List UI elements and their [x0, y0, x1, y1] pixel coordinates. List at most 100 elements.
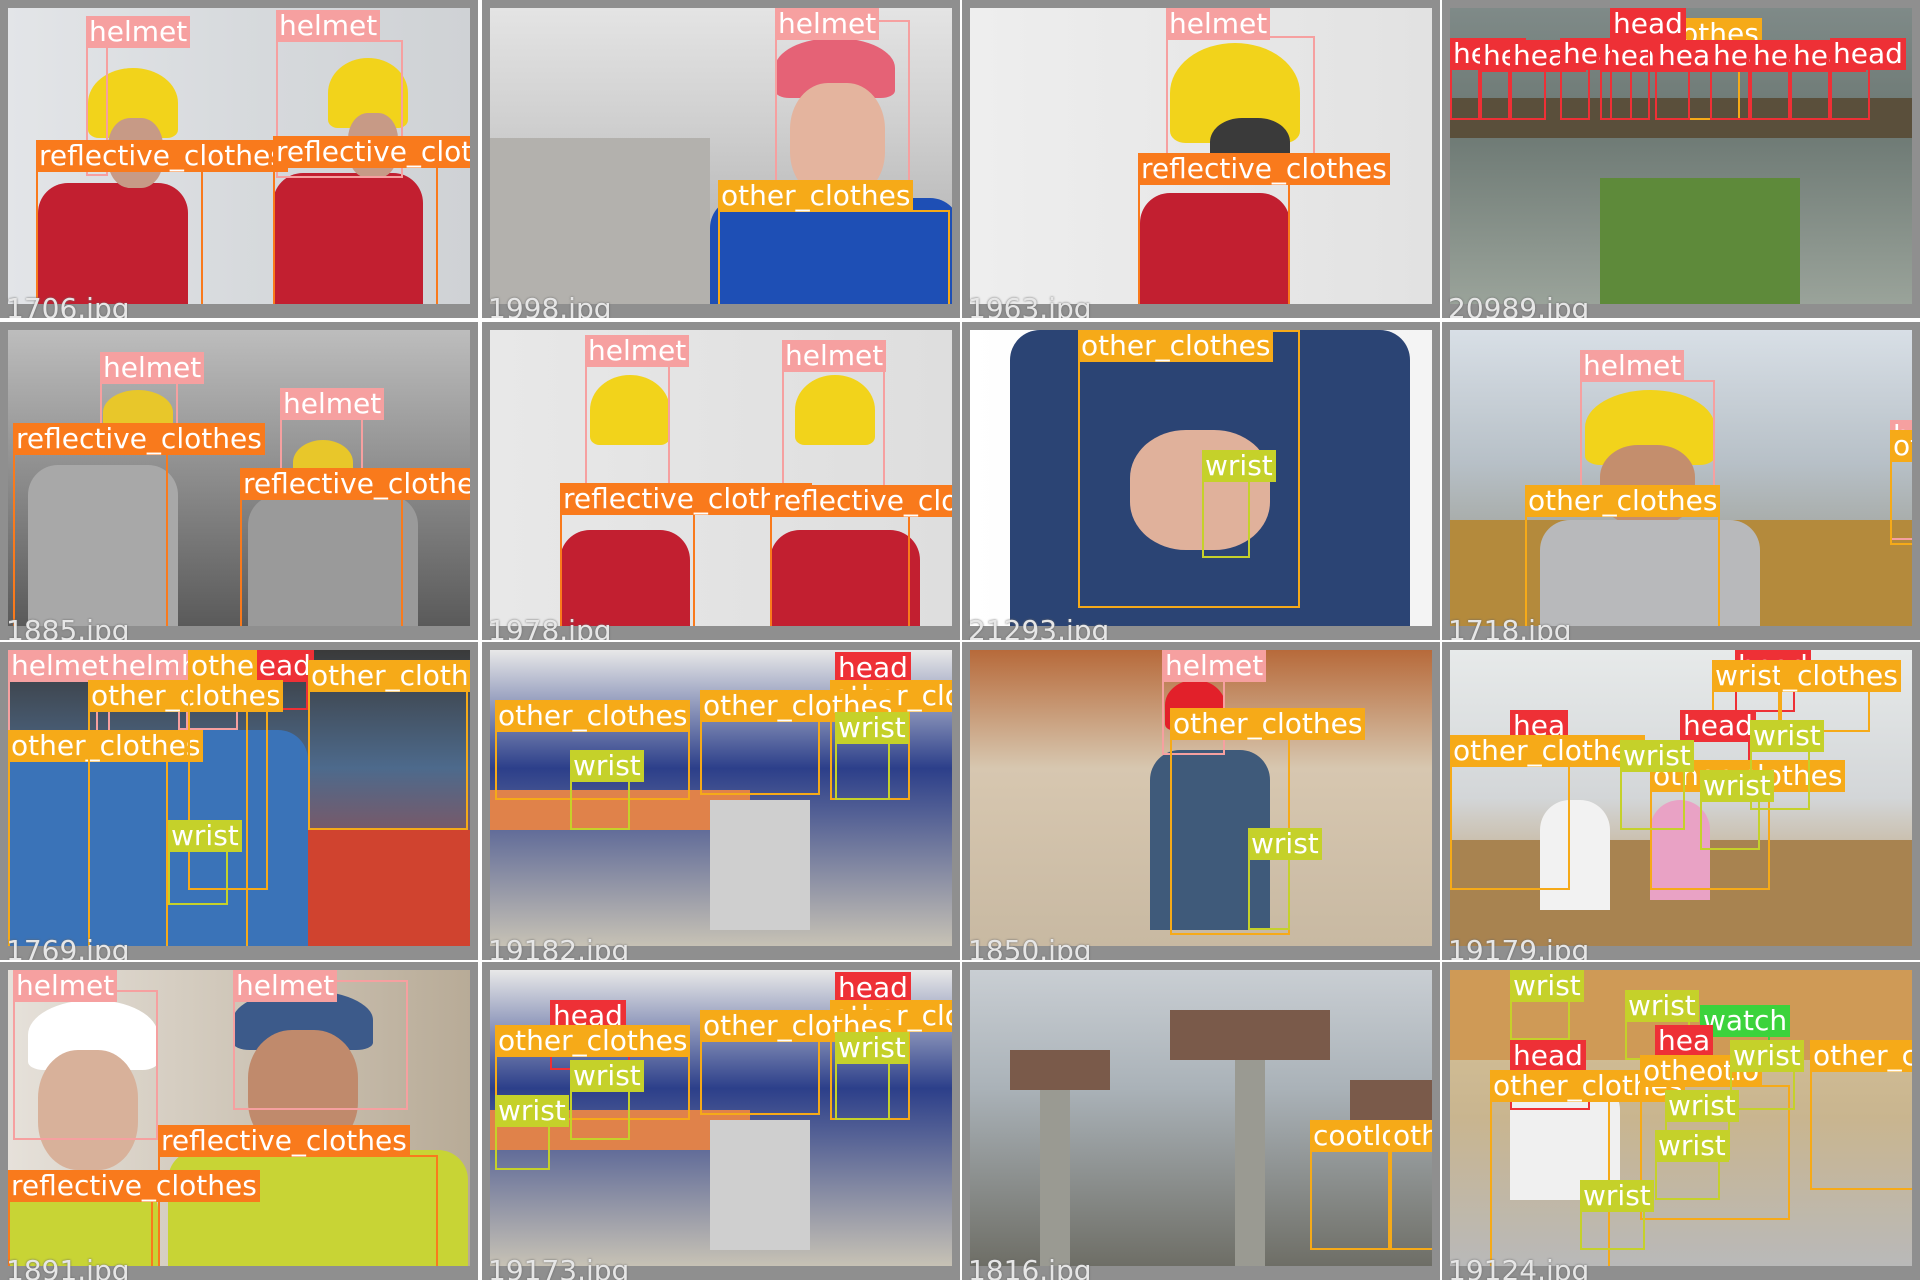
detection-label: wrist — [1620, 740, 1694, 772]
bounding-box — [835, 742, 890, 800]
bounding-box — [770, 515, 910, 626]
result-tile: helmet helmet reflective_clothes reflective… — [0, 322, 478, 640]
result-tile: headwrist_clothesheaheadother_clothesoth… — [1442, 642, 1920, 960]
detection-label: wrist — [570, 750, 644, 782]
detection-label: other_clothes — [718, 180, 914, 212]
bounding-box — [570, 1090, 630, 1140]
tile-filename: 1885.jpg — [6, 614, 130, 641]
bounding-box — [1620, 770, 1685, 830]
tile-image: headother_clothesother_clothesother_clot… — [490, 650, 952, 946]
detection-label: wrist — [168, 820, 242, 852]
detection-label: reflective_clothes — [770, 485, 952, 517]
tile-image: helmet helmet reflective_clothes reflective… — [8, 970, 470, 1266]
detection-label: helmet — [13, 970, 118, 1002]
scene-rect — [1010, 1050, 1110, 1090]
tile-filename: 1978.jpg — [488, 614, 612, 641]
detection-label: helmet — [280, 388, 385, 420]
bounding-box — [1655, 1160, 1720, 1200]
bounding-box — [1580, 380, 1715, 490]
bounding-box — [1390, 1150, 1432, 1250]
bounding-box — [1655, 70, 1690, 120]
bounding-box — [308, 690, 468, 830]
tile-image: helmet other_clothes — [490, 8, 952, 304]
result-tile: headheadother_clothesother_clothesother_… — [482, 962, 960, 1280]
bounding-box — [1510, 1000, 1570, 1040]
bounding-box — [1310, 1150, 1390, 1250]
detection-label: wrist — [1625, 990, 1699, 1022]
scene-rect — [1235, 1060, 1265, 1266]
detection-label: other_clo — [1810, 1040, 1912, 1072]
bounding-box — [1710, 70, 1750, 120]
detection-label: wrist — [835, 712, 909, 744]
tile-image: helmethelmetother_clothesother_clothes — [1450, 330, 1912, 626]
bounding-box — [1890, 460, 1912, 545]
result-tile: helmet helmet reflective_clothes reflective… — [0, 962, 478, 1280]
detection-label: other_clothes — [1078, 330, 1274, 362]
detection-label: other_clothes — [1450, 735, 1646, 767]
tile-image: helmethelmethelmetheadother_clothesother… — [8, 650, 470, 946]
detection-label: head — [1830, 38, 1906, 70]
bounding-box — [835, 1062, 890, 1120]
tile-filename: 19182.jpg — [488, 934, 630, 961]
detection-label: helmet — [233, 970, 338, 1002]
bounding-box — [1138, 183, 1290, 304]
result-tile: headheadheadheadheadclothesheadheadheadh… — [1442, 0, 1920, 318]
detection-label: other_clothes — [1390, 1120, 1432, 1152]
result-tile: helmet other_clothes wrist 1850.jpg — [962, 642, 1440, 960]
scene-rect — [1170, 1010, 1330, 1060]
detection-label: helmet — [86, 16, 191, 48]
result-tile: helmethelmetother_clothesother_clothes17… — [1442, 322, 1920, 640]
bounding-box — [168, 850, 228, 905]
bounding-box — [240, 498, 403, 626]
tile-filename: 1816.jpg — [968, 1254, 1092, 1280]
detection-label: other_clothes — [1525, 485, 1721, 517]
detection-label: wrist — [1750, 720, 1824, 752]
detection-label: wrist — [1700, 770, 1774, 802]
bounding-box — [273, 166, 438, 304]
detection-mosaic: helmet helmet reflective_clothes reflective… — [0, 0, 1920, 1280]
tile-image: helmet other_clothes wrist — [970, 650, 1432, 946]
tile-filename: 1769.jpg — [6, 934, 130, 961]
bounding-box — [1700, 800, 1760, 850]
scene-rect — [1350, 1080, 1432, 1120]
result-tile: helmethelmethelmetheadother_clothesother… — [0, 642, 478, 960]
detection-label: reflective_clothes — [158, 1125, 410, 1157]
bounding-box — [1510, 70, 1546, 120]
tile-image: helmet helmet reflective_clothes reflective… — [490, 330, 952, 626]
tile-filename: 21293.jpg — [968, 614, 1110, 641]
bounding-box — [1166, 36, 1315, 168]
bounding-box — [570, 780, 630, 830]
tile-image: headheadother_clothesother_clothesother_… — [490, 970, 952, 1266]
result-tile: helmet helmet reflective_clothes reflective… — [482, 322, 960, 640]
detection-label: helmet — [1580, 350, 1685, 382]
tile-image: cootloother_clothes — [970, 970, 1432, 1266]
tile-image: other_clotheswrist — [970, 330, 1432, 626]
detection-label: wrist — [1712, 660, 1786, 692]
tile-filename: 1706.jpg — [6, 292, 130, 319]
detection-label: head — [1680, 710, 1756, 742]
tile-image: helmet reflective_clothes — [970, 8, 1432, 304]
detection-label: other_clothes — [495, 700, 691, 732]
detection-label: head — [1510, 1040, 1586, 1072]
detection-label: helmet — [100, 352, 205, 384]
detection-label: cootlo — [1310, 1120, 1402, 1152]
bounding-box — [1480, 70, 1510, 120]
tile-filename: 1850.jpg — [968, 934, 1092, 961]
detection-label: wrist — [835, 1032, 909, 1064]
result-tile: helmet other_clothes 1998.jpg — [482, 0, 960, 318]
detection-label: reflective_clothes — [273, 136, 470, 168]
bounding-box — [718, 210, 950, 304]
scene-rect — [710, 800, 810, 930]
bounding-box — [560, 513, 695, 626]
detection-label: wrist — [1202, 450, 1276, 482]
detection-label: reflective_clothes — [13, 423, 265, 455]
bounding-box — [1560, 68, 1590, 120]
detection-label: wrist — [1510, 970, 1584, 1002]
detection-label: reflective_clothes — [240, 468, 470, 500]
tile-filename: 1891.jpg — [6, 1254, 130, 1280]
bounding-box — [36, 170, 203, 304]
bounding-box — [13, 453, 168, 626]
tile-filename: 1998.jpg — [488, 292, 612, 319]
bounding-box — [13, 990, 158, 1140]
result-tile: wrist wrist watch head hea other_clothes otheo… — [1442, 962, 1920, 1280]
